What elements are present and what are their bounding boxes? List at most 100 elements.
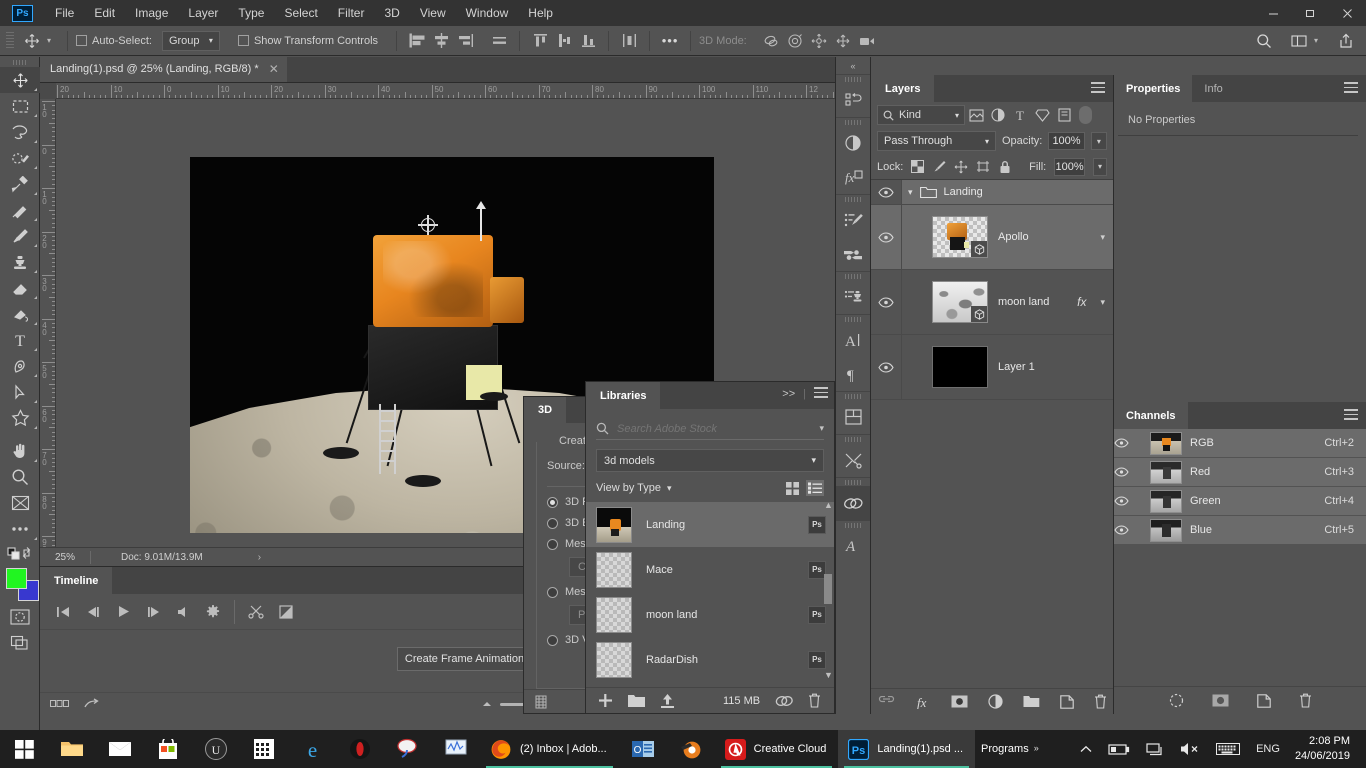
zoom-out-icon[interactable] bbox=[480, 700, 494, 708]
channel-visibility-icon[interactable] bbox=[1114, 525, 1142, 535]
layer-visibility-icon[interactable] bbox=[871, 232, 901, 243]
chevron-down-icon[interactable]: ▾ bbox=[819, 423, 824, 434]
taskbar-app-creative-cloud[interactable]: Creative Cloud bbox=[715, 730, 839, 768]
audio-icon[interactable] bbox=[168, 597, 198, 627]
vertical-ruler[interactable]: 100102030405060708090100 bbox=[40, 99, 56, 566]
search-input[interactable] bbox=[617, 423, 811, 435]
lock-image-pixels-icon[interactable] bbox=[932, 159, 946, 175]
auto-select-checkbox[interactable]: Auto-Select: bbox=[76, 35, 152, 47]
tool-screen-mode[interactable] bbox=[0, 630, 40, 656]
view-by-label[interactable]: View by Type bbox=[596, 482, 661, 494]
menu-3d[interactable]: 3D bbox=[374, 0, 409, 26]
table-row[interactable]: Blue Ctrl+5 bbox=[1114, 516, 1366, 545]
new-group-icon[interactable] bbox=[1023, 695, 1040, 708]
horizontal-ruler[interactable]: 2010010203040506070809010011012 bbox=[40, 83, 835, 99]
chevron-down-icon[interactable]: ▾ bbox=[1100, 297, 1113, 308]
app-disc-icon[interactable] bbox=[384, 730, 432, 768]
menu-type[interactable]: Type bbox=[228, 0, 274, 26]
align-top-edges-icon[interactable] bbox=[487, 30, 511, 52]
dock-group-handle[interactable] bbox=[836, 315, 870, 323]
history-icon[interactable] bbox=[836, 83, 870, 117]
lock-position-icon[interactable] bbox=[954, 159, 968, 175]
fill-chevron-icon[interactable]: ▾ bbox=[1093, 158, 1107, 176]
transition-icon[interactable] bbox=[271, 597, 301, 627]
clock[interactable]: 2:08 PM 24/06/2019 bbox=[1289, 730, 1360, 768]
unreal-engine-icon[interactable]: U bbox=[192, 730, 240, 768]
search-icon[interactable] bbox=[1252, 30, 1276, 52]
scrollbar-thumb[interactable] bbox=[824, 574, 832, 604]
channel-visibility-icon[interactable] bbox=[1114, 467, 1142, 477]
move-tool-icon[interactable] bbox=[19, 30, 45, 52]
new-library-folder-icon[interactable] bbox=[628, 694, 645, 707]
dock-group-handle[interactable] bbox=[836, 272, 870, 280]
distribute-top-icon[interactable] bbox=[528, 30, 552, 52]
list-item[interactable]: RadarDish Ps bbox=[586, 637, 834, 678]
tool-type[interactable]: T bbox=[0, 327, 40, 353]
roll-3d-object-icon[interactable] bbox=[783, 30, 807, 52]
tool-spot-healing-brush[interactable] bbox=[0, 197, 40, 223]
table-row[interactable]: Apollo ▾ bbox=[871, 205, 1113, 270]
new-adjustment-layer-icon[interactable] bbox=[988, 694, 1003, 709]
dock-group-handle[interactable] bbox=[836, 75, 870, 83]
taskbar-app-firefox[interactable]: (2) Inbox | Adob... bbox=[480, 730, 619, 768]
chevron-down-icon[interactable]: ▾ bbox=[667, 483, 672, 494]
align-right-edges-icon[interactable] bbox=[453, 30, 477, 52]
next-frame-icon[interactable] bbox=[138, 597, 168, 627]
menu-select[interactable]: Select bbox=[274, 0, 327, 26]
foreground-color-swatch[interactable] bbox=[6, 568, 27, 589]
zoom-level[interactable]: 25% bbox=[40, 552, 90, 563]
previous-frame-icon[interactable] bbox=[78, 597, 108, 627]
link-layers-icon[interactable] bbox=[878, 696, 895, 707]
table-row[interactable]: Green Ctrl+4 bbox=[1114, 487, 1366, 516]
table-row[interactable]: Red Ctrl+3 bbox=[1114, 458, 1366, 487]
table-row[interactable]: moon land fx ▾ bbox=[871, 270, 1113, 335]
delete-channel-icon[interactable] bbox=[1299, 693, 1312, 708]
layer-visibility-icon[interactable] bbox=[871, 297, 901, 308]
add-layer-style-icon[interactable]: fx bbox=[915, 695, 931, 709]
tool-brush[interactable] bbox=[0, 223, 40, 249]
menu-layer[interactable]: Layer bbox=[178, 0, 228, 26]
file-explorer-icon[interactable] bbox=[48, 730, 96, 768]
brush-settings-icon[interactable] bbox=[836, 203, 870, 237]
tool-zoom[interactable] bbox=[0, 464, 40, 490]
layer-group-content[interactable]: ▾ Landing bbox=[901, 180, 1113, 204]
menu-view[interactable]: View bbox=[410, 0, 456, 26]
tool-preset-chevron-icon[interactable]: ▾ bbox=[45, 36, 59, 45]
programs-toolbar-label[interactable]: Programs » bbox=[975, 743, 1035, 755]
layer-content[interactable]: Layer 1 bbox=[901, 335, 1113, 399]
add-layer-mask-icon[interactable] bbox=[951, 695, 968, 708]
tool-quick-selection[interactable] bbox=[0, 145, 40, 171]
tool-gradient[interactable] bbox=[0, 301, 40, 327]
dock-group-handle[interactable] bbox=[836, 392, 870, 400]
options-bar-grip[interactable] bbox=[6, 32, 14, 50]
close-button[interactable] bbox=[1329, 0, 1366, 26]
collapse-panels-icon[interactable]: « bbox=[836, 57, 870, 74]
go-to-first-frame-icon[interactable] bbox=[48, 597, 78, 627]
distribute-bottom-icon[interactable] bbox=[576, 30, 600, 52]
app-monitor-icon[interactable] bbox=[432, 730, 480, 768]
minimize-button[interactable] bbox=[1255, 0, 1292, 26]
grid-view-icon[interactable] bbox=[783, 480, 801, 496]
dock-group-handle[interactable] bbox=[836, 118, 870, 126]
scale-3d-camera-icon[interactable] bbox=[855, 30, 879, 52]
split-clip-scissors-icon[interactable] bbox=[241, 597, 271, 627]
3d-pivot-widget[interactable] bbox=[418, 215, 438, 235]
dock-group-handle[interactable] bbox=[836, 435, 870, 443]
channels-menu-icon[interactable] bbox=[1344, 409, 1358, 423]
delete-layer-icon[interactable] bbox=[1094, 694, 1107, 709]
pan-3d-object-icon[interactable] bbox=[807, 30, 831, 52]
layer-thumbnail[interactable] bbox=[932, 216, 988, 258]
lock-artboard-nesting-icon[interactable] bbox=[976, 159, 990, 175]
tool-hand[interactable] bbox=[0, 438, 40, 464]
tool-presets-icon[interactable] bbox=[836, 443, 870, 477]
layer-content[interactable]: Apollo ▾ bbox=[901, 205, 1113, 269]
tool-frame[interactable] bbox=[0, 490, 40, 516]
channel-visibility-icon[interactable] bbox=[1114, 496, 1142, 506]
pixel-filter-icon[interactable] bbox=[965, 105, 987, 125]
tool-clone-stamp[interactable] bbox=[0, 249, 40, 275]
libraries-item-list[interactable]: Landing Ps Mace Ps moon land Ps RadarDis… bbox=[586, 502, 834, 678]
create-frame-animation-button[interactable]: Create Frame Animation bbox=[397, 647, 532, 671]
scroll-down-icon[interactable]: ▼ bbox=[824, 670, 833, 678]
show-hidden-icons-chevron[interactable] bbox=[1073, 730, 1099, 768]
libraries-menu-icon[interactable] bbox=[814, 387, 828, 401]
